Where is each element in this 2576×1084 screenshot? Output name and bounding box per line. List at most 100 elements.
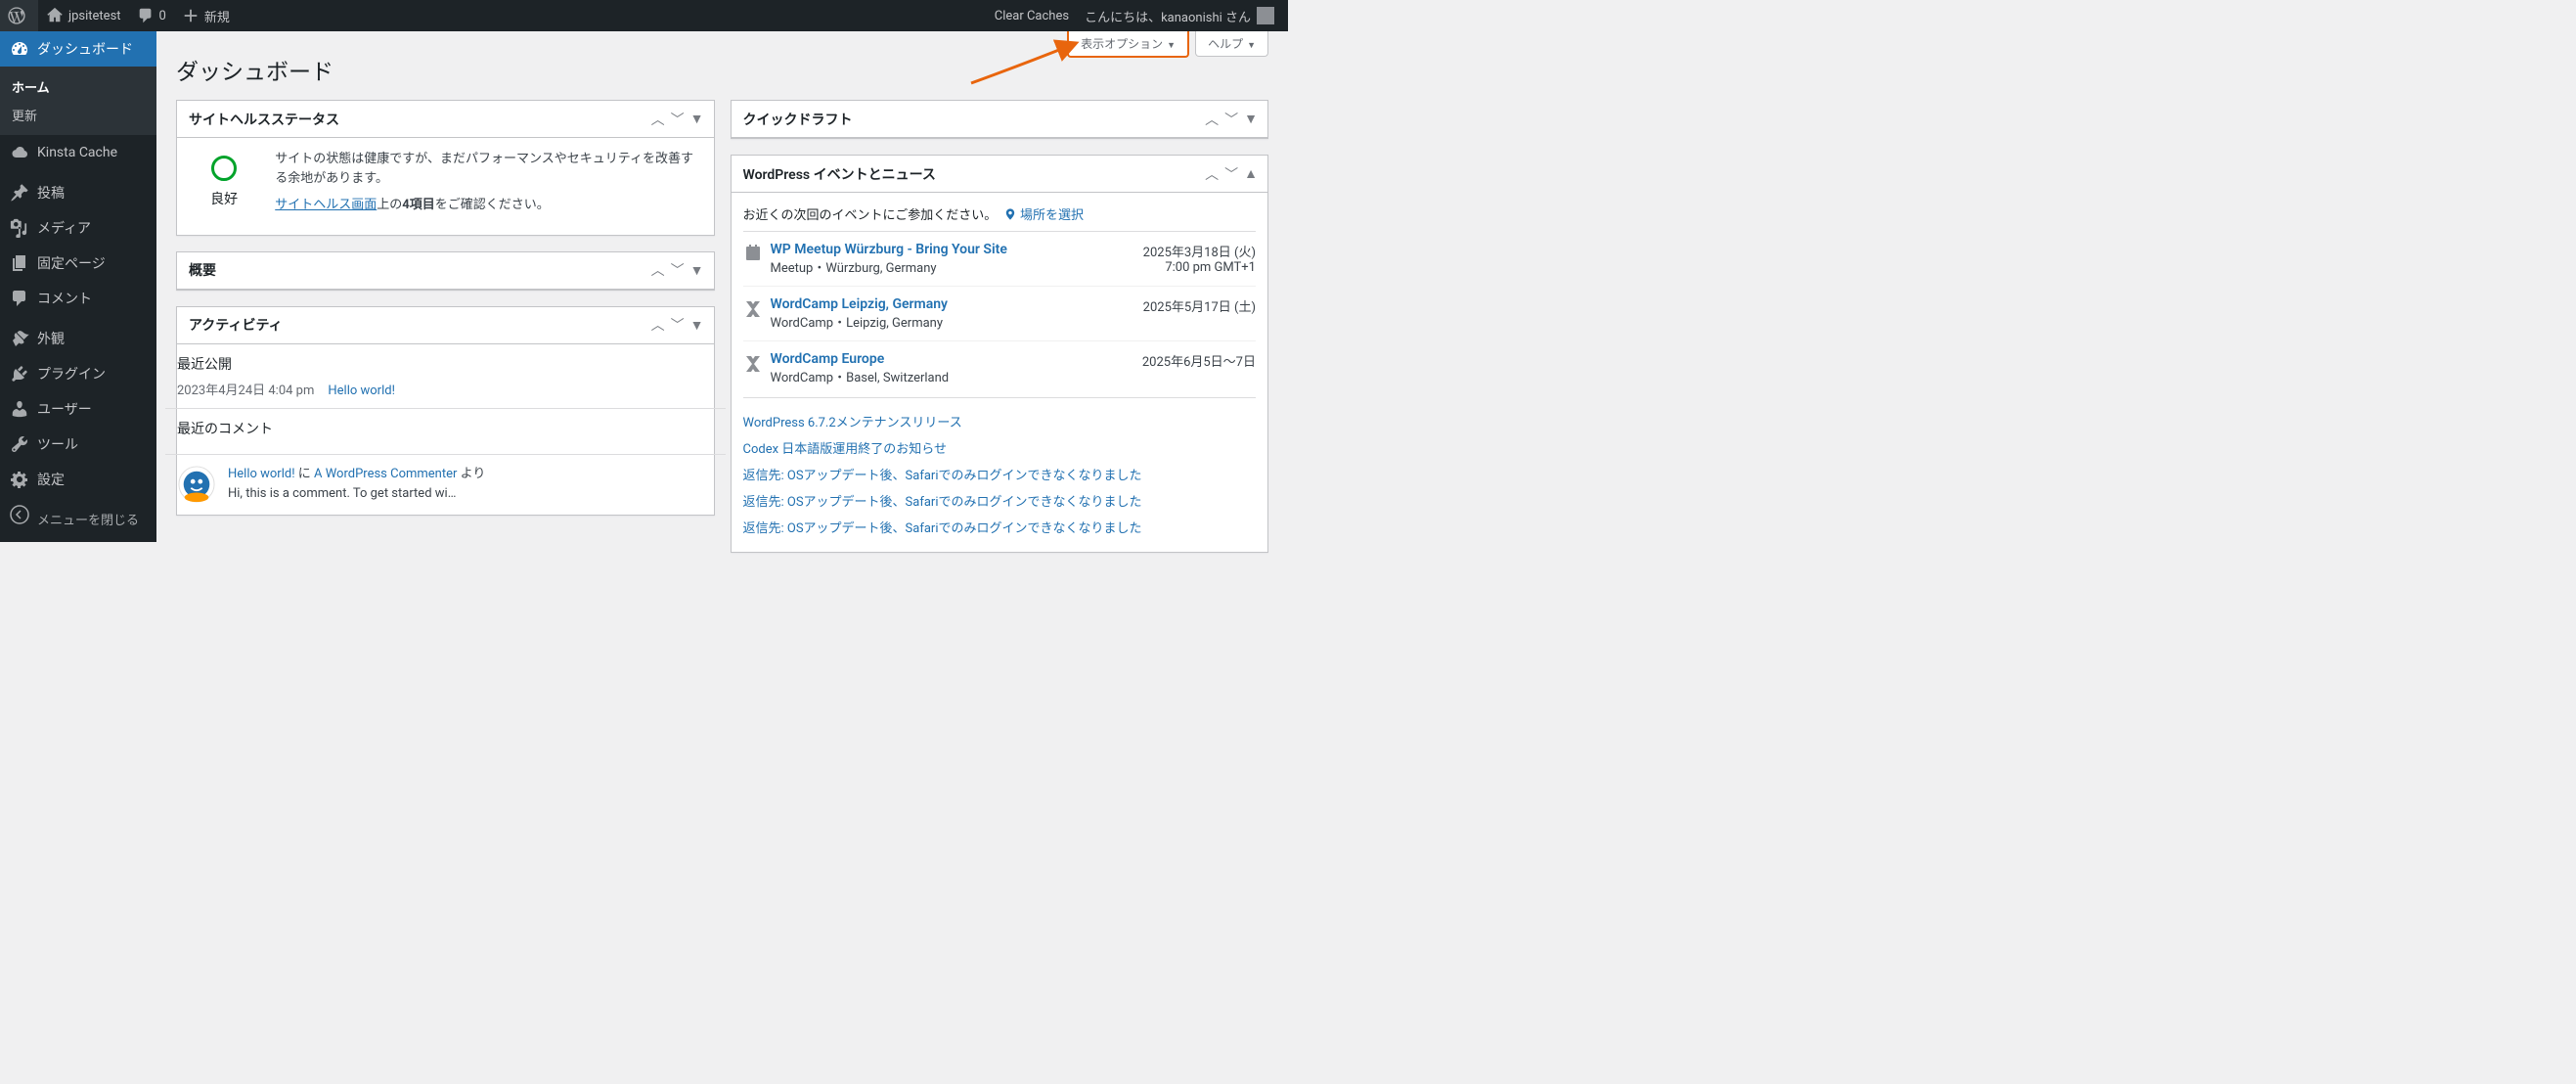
sidebar-item-users[interactable]: ユーザー xyxy=(0,391,156,427)
news-item: 返信先: OSアップデート後、Safariでのみログインできなくなりました xyxy=(743,487,1257,514)
site-health-link[interactable]: サイトヘルス画面 xyxy=(275,198,377,212)
sidebar-item-comments[interactable]: コメント xyxy=(0,281,156,316)
plugin-icon xyxy=(8,364,31,384)
sidebar-item-tools[interactable]: ツール xyxy=(0,427,156,462)
comment-post-link[interactable]: Hello world! xyxy=(228,467,295,481)
move-up-icon[interactable]: ︿ xyxy=(649,258,667,282)
move-down-icon[interactable]: ﹀ xyxy=(669,108,687,131)
wordpress-icon xyxy=(8,7,25,24)
collapse-label: メニューを閉じる xyxy=(37,514,139,528)
sidebar-label: ダッシュボード xyxy=(37,39,133,59)
move-up-icon[interactable]: ︿ xyxy=(649,313,667,337)
sidebar-item-posts[interactable]: 投稿 xyxy=(0,175,156,210)
move-down-icon[interactable]: ﹀ xyxy=(669,258,687,282)
news-link[interactable]: 返信先: OSアップデート後、Safariでのみログインできなくなりました xyxy=(743,469,1142,483)
news-link[interactable]: 返信先: OSアップデート後、Safariでのみログインできなくなりました xyxy=(743,521,1142,536)
event-link[interactable]: WordCamp Europe xyxy=(771,351,885,367)
event-link[interactable]: WordCamp Leipzig, Germany xyxy=(771,296,949,312)
event-date: 2025年3月18日 (火)7:00 pm GMT+1 xyxy=(1143,242,1256,275)
screen-options-tab[interactable]: 表示オプション▼ xyxy=(1067,31,1189,58)
event-type-icon xyxy=(743,351,771,373)
activity-title: アクティビティ xyxy=(177,315,649,335)
comment-excerpt: Hi, this is a comment. To get started wi… xyxy=(228,484,485,505)
settings-icon xyxy=(8,470,31,489)
toggle-panel-icon[interactable]: ▼ xyxy=(688,315,706,336)
news-link[interactable]: Codex 日本語版運用終了のお知らせ xyxy=(743,442,948,457)
move-up-icon[interactable]: ︿ xyxy=(1203,162,1221,186)
event-meta: WordCamp・Leipzig, Germany xyxy=(771,312,1143,331)
sidebar-label: メディア xyxy=(37,218,91,238)
location-link[interactable]: 場所を選択 xyxy=(1020,208,1084,223)
comment-icon xyxy=(137,7,155,24)
admin-sidebar: ダッシュボード ホーム 更新 Kinsta Cache 投稿 メディア 固定ペー… xyxy=(0,31,156,542)
move-down-icon[interactable]: ﹀ xyxy=(669,313,687,337)
sidebar-item-pages[interactable]: 固定ページ xyxy=(0,246,156,281)
move-down-icon[interactable]: ﹀ xyxy=(1222,162,1240,186)
publish-date: 2023年4月24日 4:04 pm xyxy=(177,380,314,398)
wp-logo[interactable] xyxy=(0,0,38,31)
cloud-icon xyxy=(8,143,31,162)
sidebar-label: 設定 xyxy=(37,470,65,489)
comment-author-link[interactable]: A WordPress Commenter xyxy=(314,467,457,481)
toggle-panel-icon[interactable]: ▼ xyxy=(688,260,706,281)
sidebar-item-plugins[interactable]: プラグイン xyxy=(0,356,156,391)
sidebar-label: ツール xyxy=(37,434,78,454)
news-link[interactable]: 返信先: OSアップデート後、Safariでのみログインできなくなりました xyxy=(743,495,1142,510)
activity-box: アクティビティ ︿ ﹀ ▼ 最近公開 2023年4月24日 4:04 pm He… xyxy=(176,306,715,517)
collapse-icon xyxy=(8,505,31,524)
sidebar-label: ユーザー xyxy=(37,399,92,419)
screen-options-label: 表示オプション xyxy=(1081,37,1163,51)
sidebar-label: 外観 xyxy=(37,329,65,348)
triangle-down-icon: ▼ xyxy=(1243,41,1256,51)
sidebar-item-settings[interactable]: 設定 xyxy=(0,462,156,497)
move-up-icon[interactable]: ︿ xyxy=(1203,108,1221,131)
event-date: 2025年6月5日〜7日 xyxy=(1142,351,1256,370)
event-type-icon xyxy=(743,296,771,318)
sidebar-label: コメント xyxy=(37,289,92,308)
help-tab[interactable]: ヘルプ▼ xyxy=(1195,31,1268,57)
comments-link[interactable]: 0 xyxy=(129,0,174,31)
toggle-panel-icon[interactable]: ▲ xyxy=(1242,163,1260,184)
submenu-home[interactable]: ホーム xyxy=(0,72,156,101)
user-icon xyxy=(8,399,31,419)
new-content[interactable]: 新規 xyxy=(174,0,238,31)
page-icon xyxy=(8,253,31,273)
events-nearby: お近くの次回のイベントにご参加ください。 場所を選択 xyxy=(743,204,1257,231)
recent-comments-heading: 最近のコメント xyxy=(177,419,714,438)
dashboard-icon xyxy=(8,39,31,59)
submenu-updates[interactable]: 更新 xyxy=(0,101,156,129)
comment-count: 0 xyxy=(159,9,166,23)
health-circle-icon xyxy=(211,156,237,181)
comment-avatar xyxy=(177,465,216,504)
collapse-menu[interactable]: メニューを閉じる xyxy=(0,497,156,536)
overview-title: 概要 xyxy=(177,260,649,280)
site-name[interactable]: jpsitetest xyxy=(38,0,129,31)
toggle-panel-icon[interactable]: ▼ xyxy=(688,109,706,129)
event-meta: Meetup・Würzburg, Germany xyxy=(771,257,1143,276)
media-icon xyxy=(8,218,31,238)
event-row: WP Meetup Würzburg - Bring Your SiteMeet… xyxy=(743,231,1257,286)
pin-icon xyxy=(8,183,31,203)
event-link[interactable]: WP Meetup Würzburg - Bring Your Site xyxy=(771,242,1007,257)
events-title: WordPress イベントとニュース xyxy=(732,164,1204,184)
move-down-icon[interactable]: ﹀ xyxy=(1222,108,1240,131)
sidebar-item-media[interactable]: メディア xyxy=(0,210,156,246)
overview-box: 概要 ︿ ﹀ ▼ xyxy=(176,251,715,291)
clear-caches[interactable]: Clear Caches xyxy=(987,0,1077,31)
comment-header: Hello world! に A WordPress Commenter より xyxy=(228,465,485,485)
plus-icon xyxy=(182,7,200,24)
my-account[interactable]: こんにちは、kanaonishi さん xyxy=(1077,0,1282,31)
publish-link[interactable]: Hello world! xyxy=(328,384,395,398)
site-health-title: サイトヘルスステータス xyxy=(177,110,649,129)
sidebar-item-dashboard[interactable]: ダッシュボード ホーム 更新 xyxy=(0,31,156,135)
move-up-icon[interactable]: ︿ xyxy=(649,108,667,131)
health-status-label: 良好 xyxy=(189,189,259,208)
toggle-panel-icon[interactable]: ▼ xyxy=(1242,109,1260,129)
new-label: 新規 xyxy=(204,7,230,25)
events-box: WordPress イベントとニュース ︿ ﹀ ▲ お近くの次回のイベントにご参… xyxy=(731,155,1269,553)
news-link[interactable]: WordPress 6.7.2メンテナンスリリース xyxy=(743,416,962,430)
sidebar-item-kinsta[interactable]: Kinsta Cache xyxy=(0,135,156,170)
sidebar-item-appearance[interactable]: 外観 xyxy=(0,321,156,356)
health-followup: サイトヘルス画面上の4項目をご確認ください。 xyxy=(275,196,701,215)
quick-draft-box: クイックドラフト ︿ ﹀ ▼ xyxy=(731,100,1269,139)
